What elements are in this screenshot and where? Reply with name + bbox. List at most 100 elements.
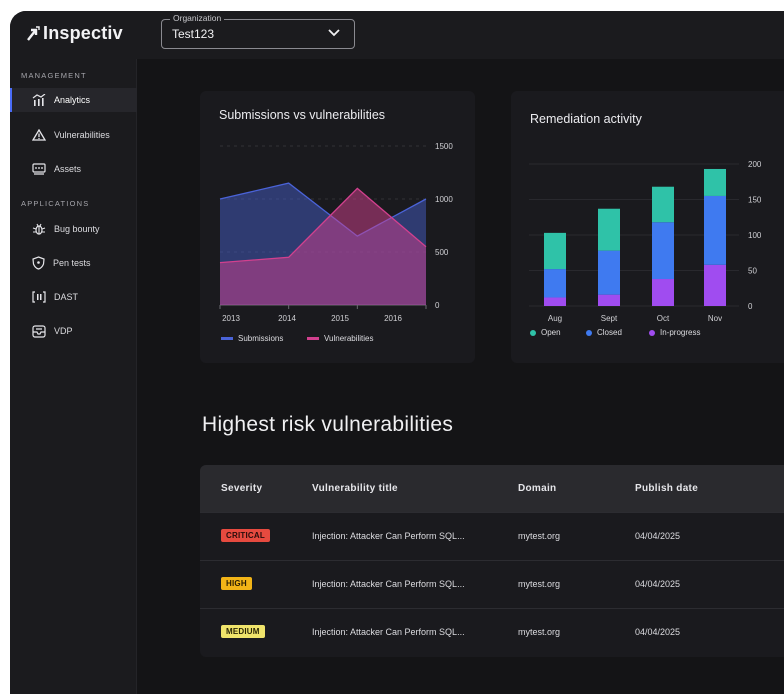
remediation-chart-card: Remediation activity 200 150 100 50 0 Aug Sept… (511, 91, 784, 363)
x-tick-label: 2013 (222, 314, 240, 323)
sidebar-item-vdp[interactable]: VDP (10, 319, 137, 343)
x-tick-label: 2014 (278, 314, 296, 323)
y-tick-label: 1500 (435, 142, 453, 151)
bar-in-progress-oct (652, 279, 674, 306)
section-title: Highest risk vulnerabilities (202, 413, 454, 436)
legend-dot (649, 329, 655, 336)
legend-swatch (307, 337, 319, 340)
table-row[interactable]: MEDIUM Injection: Attacker Can Perform S… (200, 608, 784, 656)
sidebar-item-dast[interactable]: DAST (10, 285, 137, 309)
vdp-inbox-icon (32, 324, 46, 338)
section-title-management: MANAGEMENT (21, 71, 87, 80)
y-tick-label: 500 (435, 248, 449, 257)
legend-label: Submissions (238, 334, 284, 343)
publish-date-cell: 04/04/2025 (635, 627, 681, 637)
sidebar-item-pen-tests[interactable]: Pen tests (10, 251, 137, 275)
organization-label: Organization (170, 13, 225, 23)
legend-dot (586, 329, 592, 336)
sidebar-item-label: DAST (54, 292, 79, 302)
y-tick-label: 0 (435, 301, 440, 310)
bar-open-nov (704, 168, 726, 196)
legend-item-submissions: Submissions (221, 334, 283, 343)
bug-icon (32, 223, 46, 235)
bar-open-oct (652, 186, 674, 223)
legend-item-vulnerabilities: Vulnerabilities (307, 334, 374, 343)
sidebar-item-bug-bounty[interactable]: Bug bounty (10, 217, 137, 241)
app-logo[interactable]: Inspectiv (26, 23, 123, 44)
table-row[interactable]: CRITICAL Injection: Attacker Can Perform… (200, 512, 784, 560)
organization-value: Test123 (172, 27, 215, 41)
publish-date-cell: 04/04/2025 (635, 579, 681, 589)
column-header-title[interactable]: Vulnerability title (312, 483, 398, 494)
sidebar-item-vulnerabilities[interactable]: Vulnerabilities (10, 123, 137, 147)
y-tick-label: 0 (748, 302, 753, 311)
logo-text: Inspectiv (43, 23, 123, 43)
legend-swatch (221, 337, 233, 340)
sidebar-item-assets[interactable]: Assets (10, 157, 137, 181)
assets-icon (32, 163, 46, 175)
sidebar-item-label: VDP (54, 326, 73, 336)
bar-closed-oct (652, 222, 674, 280)
sidebar-item-label: Bug bounty (54, 224, 100, 234)
sidebar-item-label: Vulnerabilities (54, 130, 110, 140)
organization-select[interactable]: Organization Test123 (161, 13, 355, 49)
sidebar-item-label: Assets (54, 164, 82, 174)
bar-in-progress-nov (704, 264, 726, 306)
domain-cell: mytest.org (518, 627, 561, 637)
table-header: Severity Vulnerability title Domain Publ… (200, 465, 784, 512)
vulnerability-title[interactable]: Injection: Attacker Can Perform SQL... (312, 531, 465, 541)
publish-date-cell: 04/04/2025 (635, 531, 681, 541)
bar-open-sept (598, 208, 620, 251)
warning-triangle-icon (32, 129, 46, 141)
legend-label: Closed (597, 328, 622, 337)
x-tick-label: 2016 (384, 314, 402, 323)
sidebar-item-label: Pen tests (53, 258, 91, 268)
x-tick-label: Aug (548, 314, 562, 323)
legend-item-closed: Closed (586, 328, 622, 337)
y-tick-label: 100 (748, 231, 762, 240)
logo-mark-icon (27, 25, 40, 41)
x-tick-label: Sept (601, 314, 618, 323)
legend-dot (530, 329, 536, 336)
column-header-date[interactable]: Publish date (635, 483, 698, 494)
bar-closed-nov (704, 195, 726, 265)
bar-closed-sept (598, 250, 620, 295)
legend-item-in-progress: In-progress (649, 328, 700, 337)
shield-icon (32, 256, 45, 270)
x-tick-label: Nov (708, 314, 722, 323)
column-header-severity[interactable]: Severity (221, 483, 262, 494)
sidebar-item-label: Analytics (54, 95, 91, 105)
y-tick-label: 200 (748, 160, 762, 169)
domain-cell: mytest.org (518, 579, 561, 589)
x-tick-label: Oct (657, 314, 670, 323)
legend-label: Vulnerabilities (324, 334, 374, 343)
submissions-chart-card: Submissions vs vulnerabilities 1500 1000 5… (200, 91, 475, 363)
top-bar: Inspectiv Organization Test123 (10, 11, 784, 59)
chevron-down-icon (328, 29, 340, 37)
x-tick-label: 2015 (331, 314, 349, 323)
legend-label: In-progress (660, 328, 701, 337)
column-header-domain[interactable]: Domain (518, 483, 556, 494)
dast-scan-icon (32, 291, 46, 303)
bar-chart: 200 150 100 50 0 Aug Sept Oct Nov (529, 160, 762, 323)
vulnerabilities-table: Severity Vulnerability title Domain Publ… (200, 465, 784, 657)
bar-in-progress-aug (544, 297, 566, 306)
sidebar: MANAGEMENT Analytics Vulnerabilities Ass… (10, 59, 137, 694)
section-title-applications: APPLICATIONS (21, 199, 90, 208)
bar-open-aug (544, 232, 566, 270)
area-chart: 1500 1000 500 0 2013 2014 2015 2016 (219, 142, 453, 323)
sidebar-item-analytics[interactable]: Analytics (10, 88, 137, 112)
domain-cell: mytest.org (518, 531, 561, 541)
severity-badge: CRITICAL (221, 529, 270, 542)
y-tick-label: 50 (748, 267, 757, 276)
severity-badge: MEDIUM (221, 625, 265, 638)
y-tick-label: 150 (748, 196, 762, 205)
table-row[interactable]: HIGH Injection: Attacker Can Perform SQL… (200, 560, 784, 608)
app-window: Inspectiv Organization Test123 MANAGEMEN… (10, 11, 784, 694)
vulnerability-title[interactable]: Injection: Attacker Can Perform SQL... (312, 579, 465, 589)
y-tick-label: 1000 (435, 195, 453, 204)
legend-label: Open (541, 328, 561, 337)
legend-item-open: Open (530, 328, 561, 337)
vulnerability-title[interactable]: Injection: Attacker Can Perform SQL... (312, 627, 465, 637)
bar-closed-aug (544, 269, 566, 298)
